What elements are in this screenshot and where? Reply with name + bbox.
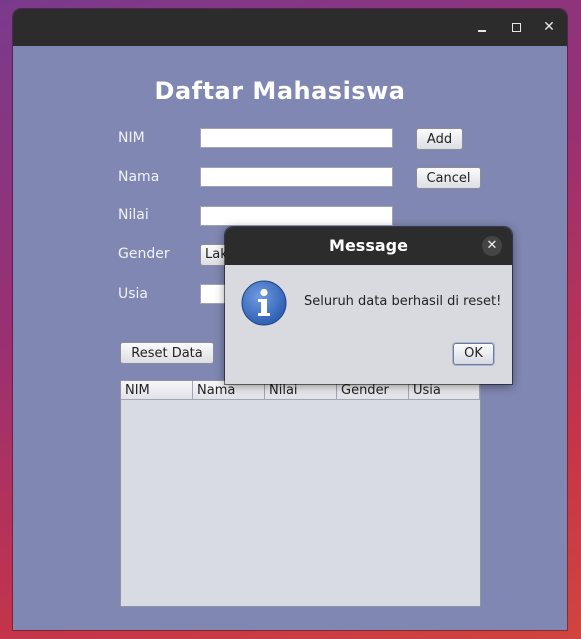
column-header-nim[interactable]: NIM [121, 381, 193, 400]
dialog-message: Seluruh data berhasil di reset! [304, 294, 502, 309]
usia-label: Usia [118, 286, 149, 302]
nilai-label: Nilai [118, 207, 149, 223]
nama-label: Nama [118, 169, 160, 185]
ok-button[interactable]: OK [453, 343, 494, 365]
window-titlebar[interactable]: ✕ [13, 9, 567, 46]
reset-data-button[interactable]: Reset Data [120, 342, 214, 364]
close-icon[interactable]: ✕ [540, 18, 558, 36]
dialog-title: Message [329, 236, 408, 255]
data-table[interactable]: NIM Nama Nilai Gender Usia [120, 380, 481, 607]
table-header: NIM Nama Nilai Gender Usia [121, 381, 480, 401]
cancel-button[interactable]: Cancel [416, 167, 481, 189]
minimize-icon[interactable] [473, 18, 491, 36]
add-button[interactable]: Add [416, 128, 463, 150]
dialog-close-icon[interactable]: ✕ [482, 236, 502, 256]
nama-field[interactable] [200, 167, 393, 187]
page-title: Daftar Mahasiswa [154, 77, 406, 105]
message-dialog: Message ✕ Seluruh data berhasil di reset… [225, 227, 512, 384]
dialog-titlebar[interactable]: Message ✕ [225, 227, 512, 265]
gender-label: Gender [118, 246, 170, 262]
nim-label: NIM [118, 130, 145, 146]
info-icon [241, 280, 287, 326]
nim-field[interactable] [200, 128, 393, 148]
maximize-icon[interactable] [507, 18, 525, 36]
nilai-field[interactable] [200, 206, 393, 226]
